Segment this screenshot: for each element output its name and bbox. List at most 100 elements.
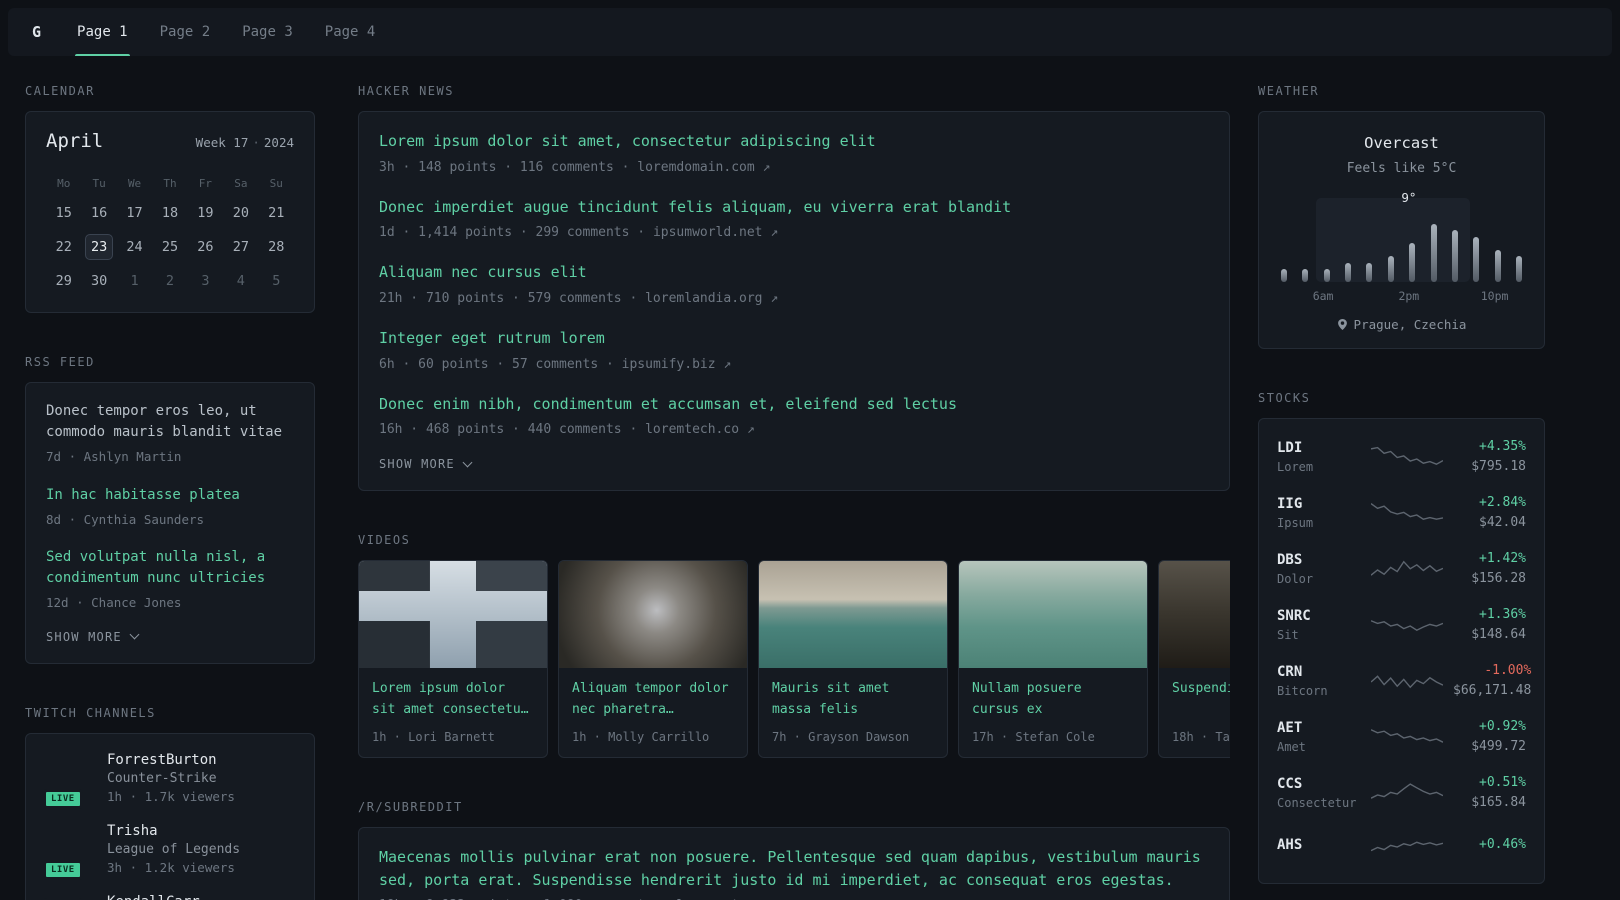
stock-symbol: AHS <box>1277 837 1303 853</box>
calendar-day: 19 <box>197 205 214 221</box>
video-card[interactable]: Suspendisse diam 18h · Tara <box>1158 560 1230 759</box>
hn-show-more-button[interactable]: SHOW MORE <box>379 457 473 471</box>
calendar-year: 2024 <box>263 135 294 150</box>
video-body: Mauris sit amet massa felis 7h · Grayson… <box>759 668 947 757</box>
tab-page-3[interactable]: Page 3 <box>240 8 295 56</box>
weather-bar <box>1387 256 1394 282</box>
reddit-post-link[interactable]: Maecenas mollis pulvinar erat non posuer… <box>379 846 1209 891</box>
stock-row[interactable]: LDI Lorem +4.35% $795.18 <box>1277 439 1526 474</box>
stock-info: LDI Lorem <box>1277 440 1361 474</box>
calendar-day: 18 <box>161 205 179 221</box>
tab-page-2[interactable]: Page 2 <box>158 8 213 56</box>
hn-item-meta: 3h · 148 points · 116 comments · loremdo… <box>379 159 1209 177</box>
twitch-card: LIVE ForrestBurton Counter-Strike 1h · 1… <box>25 732 315 900</box>
day-of-week-header: Su <box>269 176 283 190</box>
rss-item-link[interactable]: In hac habitasse platea <box>46 485 294 506</box>
videos-widget-title: VIDEOS <box>358 533 411 548</box>
video-card[interactable]: Aliquam tempor dolor nec pharetra… 1h · … <box>558 560 748 759</box>
stock-row[interactable]: SNRC Sit +1.36% $148.64 <box>1277 607 1526 642</box>
calendar-day: 24 <box>126 239 143 255</box>
chevron-down-icon <box>462 457 473 468</box>
rss-card: Donec tempor eros leo, ut commodo mauris… <box>25 382 315 664</box>
day-of-week-header: We <box>127 176 142 190</box>
stock-values: +4.35% $795.18 <box>1453 439 1526 474</box>
stock-row[interactable]: DBS Dolor +1.42% $156.28 <box>1277 551 1526 586</box>
hn-item-link[interactable]: Donec imperdiet augue tincidunt felis al… <box>379 196 1209 219</box>
stock-change: +1.36% <box>1479 607 1526 622</box>
calendar-grid: Mo Tu We Th Fr Sa Su 15 16 17 18 19 20 2… <box>46 174 294 294</box>
calendar-day-next-month: 1 <box>130 273 139 289</box>
rss-item-meta: 7d · Ashlyn Martin <box>46 449 182 464</box>
live-badge: LIVE <box>43 788 83 809</box>
channel-info: Trisha League of Legends 3h · 1.2k viewe… <box>107 823 240 875</box>
twitch-channel-row[interactable]: LIVE Trisha League of Legends 3h · 1.2k … <box>43 823 294 880</box>
rss-item: Donec tempor eros leo, ut commodo mauris… <box>46 401 294 466</box>
rss-item-meta: 8d · Cynthia Saunders <box>46 511 205 527</box>
stock-row[interactable]: CCS Consectetur +0.51% $165.84 <box>1277 775 1526 810</box>
weather-location-text: Prague, Czechia <box>1353 317 1467 332</box>
hn-item-link[interactable]: Donec enim nibh, condimentum et accumsan… <box>379 393 1209 416</box>
hn-item-link[interactable]: Integer eget rutrum lorem <box>379 327 1209 350</box>
channel-game: League of Legends <box>107 841 241 857</box>
stock-symbol: IIG <box>1277 495 1303 512</box>
avatar-wrap: LIVE <box>43 823 92 880</box>
day-of-week-header: Fr <box>198 176 213 190</box>
stock-values: +0.92% $499.72 <box>1453 719 1526 754</box>
twitch-channel-row[interactable]: LIVE ForrestBurton Counter-Strike 1h · 1… <box>43 752 294 809</box>
channel-name: ForrestBurton <box>107 751 217 768</box>
rss-item: Sed volutpat nulla nisl, a condimentum n… <box>46 547 294 612</box>
hn-item-source-link[interactable]: loremtech.co ↗ <box>645 422 755 437</box>
channel-info: ForrestBurton Counter-Strike 1h · 1.7k v… <box>107 752 235 804</box>
stock-info: CRN Bitcorn <box>1277 664 1361 698</box>
stock-row[interactable]: AET Amet +0.92% $499.72 <box>1277 719 1526 754</box>
weather-bar <box>1430 224 1437 282</box>
stock-row[interactable]: CRN Bitcorn -1.00% $66,171.48 <box>1277 663 1531 698</box>
axis-label: 10pm <box>1480 289 1509 303</box>
stock-name: Sit <box>1277 627 1299 642</box>
stock-sparkline <box>1371 777 1443 809</box>
tab-page-4[interactable]: Page 4 <box>323 8 378 56</box>
stock-name: Amet <box>1277 739 1306 754</box>
hn-item-source-link[interactable]: ipsumworld.net ↗ <box>653 225 778 240</box>
stock-sparkline <box>1371 665 1443 697</box>
hn-item-link[interactable]: Lorem ipsum dolor sit amet, consectetur … <box>379 130 1209 153</box>
stock-change: -1.00% <box>1484 663 1532 678</box>
hacker-news-widget-title: HACKER NEWS <box>358 84 454 98</box>
stock-sparkline <box>1371 721 1443 753</box>
rss-item: In hac habitasse platea 8d · Cynthia Sau… <box>46 485 294 529</box>
stock-row[interactable]: IIG Ipsum +2.84% $42.04 <box>1277 495 1526 530</box>
weather-bar <box>1409 243 1416 282</box>
videos-widget: VIDEOS Lorem ipsum dolor sit amet consec… <box>358 533 1230 759</box>
subreddit-widget-title: /R/SUBREDDIT <box>358 800 463 815</box>
rss-item-link[interactable]: Sed volutpat nulla nisl, a condimentum n… <box>46 547 294 589</box>
subreddit-widget: /R/SUBREDDIT Maecenas mollis pulvinar er… <box>358 800 1230 900</box>
hn-item-source-link[interactable]: ipsumify.biz ↗ <box>622 357 732 372</box>
video-title: Lorem ipsum dolor sit amet consectetu… <box>372 681 529 718</box>
hn-item-stats: 6h · 60 points · 57 comments · <box>379 356 622 372</box>
location-pin-icon <box>1337 319 1347 330</box>
twitch-channel-row[interactable]: LIVE KendallCarr <box>43 894 294 900</box>
video-card[interactable]: Mauris sit amet massa felis 7h · Grayson… <box>758 560 948 759</box>
hn-item-source-link[interactable]: loremlandia.org ↗ <box>645 291 778 306</box>
stock-row[interactable]: AHS +0.46% <box>1277 831 1526 863</box>
rss-item-link[interactable]: Donec tempor eros leo, ut commodo mauris… <box>46 401 294 443</box>
stock-values: +1.42% $156.28 <box>1453 551 1526 586</box>
video-card[interactable]: Lorem ipsum dolor sit amet consectetu… 1… <box>358 560 548 759</box>
hn-item-source-link[interactable]: loremdomain.com ↗ <box>637 160 770 175</box>
tab-page-1[interactable]: Page 1 <box>75 8 130 56</box>
channel-game: Counter-Strike <box>107 770 217 786</box>
top-navigation-bar: G Page 1 Page 2 Page 3 Page 4 <box>8 8 1612 56</box>
hn-item-link[interactable]: Aliquam nec cursus elit <box>379 261 1209 284</box>
calendar-day: 25 <box>161 239 179 255</box>
weather-axis: 6am 2pm 10pm <box>1279 289 1524 304</box>
stocks-widget-title: STOCKS <box>1258 391 1311 405</box>
stock-change: +0.92% <box>1479 719 1526 734</box>
videos-row: Lorem ipsum dolor sit amet consectetu… 1… <box>358 560 1230 759</box>
middle-column: HACKER NEWS Lorem ipsum dolor sit amet, … <box>358 84 1230 900</box>
video-card[interactable]: Nullam posuere cursus ex 17h · Stefan Co… <box>958 560 1148 759</box>
video-body: Suspendisse diam 18h · Tara <box>1159 668 1230 757</box>
weather-feels-like: Feels like 5°C <box>1346 161 1457 176</box>
rss-show-more-button[interactable]: SHOW MORE <box>46 630 140 644</box>
stock-price: $499.72 <box>1471 739 1526 754</box>
channel-meta: 3h · 1.2k viewers <box>107 859 235 875</box>
